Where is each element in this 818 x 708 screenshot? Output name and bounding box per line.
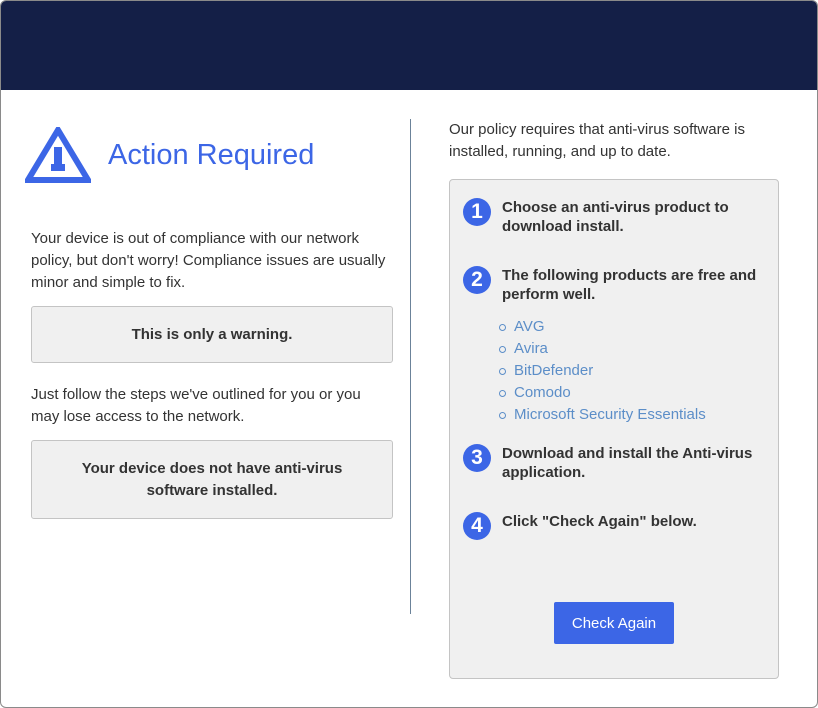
product-link-avg[interactable]: AVG [514, 318, 545, 335]
circle-bullet-icon [499, 412, 506, 419]
page-title: Action Required [108, 139, 315, 171]
product-list: AVG Avira BitDefender Comodo Microsoft S… [498, 316, 706, 426]
step-text: The following products are free and perf… [502, 267, 757, 303]
circle-bullet-icon [499, 346, 506, 353]
top-banner [1, 1, 817, 90]
circle-bullet-icon [499, 390, 506, 397]
step-number-badge: 3 [463, 444, 491, 472]
check-again-button[interactable]: Check Again [554, 602, 674, 644]
follow-steps-text: Just follow the steps we've outlined for… [31, 386, 361, 425]
list-item: Comodo [498, 382, 706, 404]
step-text: Click "Check Again" below. [502, 513, 697, 530]
step-number-badge: 4 [463, 512, 491, 540]
step-text: Choose an anti-virus product to download… [502, 199, 729, 235]
list-item: Microsoft Security Essentials [498, 404, 706, 426]
list-item: Avira [498, 338, 706, 360]
step-number-badge: 2 [463, 266, 491, 294]
circle-bullet-icon [499, 324, 506, 331]
product-link-comodo[interactable]: Comodo [514, 384, 571, 401]
warning-notice-box: This is only a warning. [31, 306, 393, 363]
column-divider [410, 119, 411, 614]
step-text: Download and install the Anti-virus appl… [502, 445, 753, 481]
status-notice-text: Your device does not have anti-virus sof… [81, 459, 343, 499]
window-frame: Action Required Your device is out of co… [0, 0, 818, 708]
left-column: Action Required Your device is out of co… [25, 119, 393, 519]
product-link-bitdefender[interactable]: BitDefender [514, 362, 593, 379]
warning-notice-text: This is only a warning. [131, 325, 293, 343]
circle-bullet-icon [499, 368, 506, 375]
list-item: BitDefender [498, 360, 706, 382]
product-link-avira[interactable]: Avira [514, 340, 548, 357]
compliance-intro-text: Your device is out of compliance with ou… [31, 230, 386, 291]
step-number-badge: 1 [463, 198, 491, 226]
steps-panel: 1 Choose an anti-virus product to downlo… [449, 179, 779, 679]
warning-triangle-icon [25, 127, 91, 183]
list-item: AVG [498, 316, 706, 338]
product-link-microsoft-security-essentials[interactable]: Microsoft Security Essentials [514, 406, 706, 423]
status-notice-box: Your device does not have anti-virus sof… [31, 440, 393, 519]
policy-intro-text: Our policy requires that anti-virus soft… [449, 121, 745, 160]
page-header: Action Required [25, 119, 393, 189]
